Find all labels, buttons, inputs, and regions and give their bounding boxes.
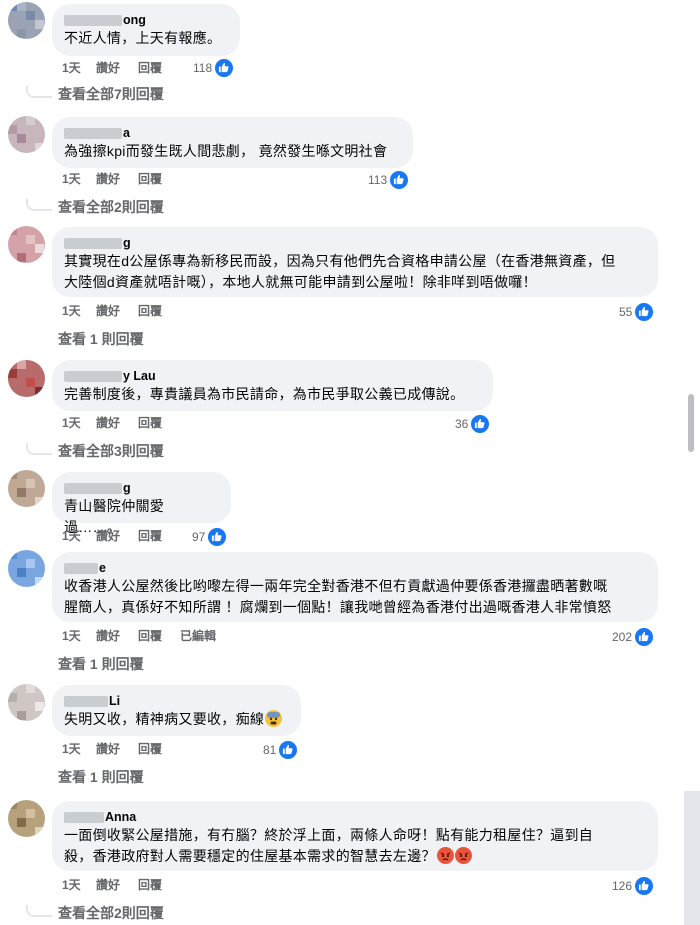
avatar[interactable]	[8, 2, 45, 39]
commenter-name[interactable]: e	[64, 560, 646, 576]
comment-bubble: ong 不近人情，上天有報應。	[52, 4, 240, 56]
comment-bubble: a 為強擦kpi而發生既人間悲劇， 竟然發生喺文明社會	[52, 117, 413, 168]
reply-button[interactable]: 回覆	[138, 627, 162, 645]
comment-bubble: Anna 一面倒收緊公屋措施，有冇腦？終於浮上面，兩條人命呀！點有能力租屋住？逼…	[52, 801, 658, 871]
view-replies-link[interactable]: 查看 1 則回覆	[58, 654, 144, 674]
reply-button[interactable]: 回覆	[138, 740, 162, 758]
reaction-count[interactable]: 81	[263, 739, 299, 760]
comment-text: 完善制度後，專貴議員為市民請命，為市民爭取公義已成傳說。	[64, 386, 465, 402]
avatar[interactable]	[8, 226, 45, 263]
reaction-count[interactable]: 126	[612, 875, 655, 896]
thumbs-up-icon	[207, 526, 228, 547]
reply-thread-line	[26, 199, 52, 211]
comment-text: 不近人情，上天有報應。	[64, 30, 222, 46]
comment-bubble: Li 失明又收，精神病又要收，痴線	[52, 685, 301, 736]
thumbs-up-icon	[634, 301, 655, 322]
thumbs-up-icon	[389, 169, 410, 190]
scrollbar-thumb[interactable]	[688, 394, 694, 452]
commenter-name[interactable]: Anna	[64, 809, 646, 825]
thumbs-up-icon	[278, 739, 299, 760]
timestamp[interactable]: 1天	[62, 302, 81, 320]
like-button[interactable]: 讚好	[96, 740, 120, 758]
reaction-count[interactable]: 97	[192, 526, 228, 547]
thumbs-up-icon	[634, 626, 655, 647]
reaction-count[interactable]: 113	[368, 169, 410, 190]
reply-button[interactable]: 回覆	[138, 302, 162, 320]
comment-text: 其實現在d公屋係專為新移民而設，因為只有他們先合資格申請公屋（在香港無資產，但 …	[64, 253, 616, 290]
comment-text: 一面倒收緊公屋措施，有冇腦？終於浮上面，兩條人命呀！點有能力租屋住？逼到自 殺，…	[64, 827, 594, 864]
like-button[interactable]: 讚好	[96, 527, 120, 545]
timestamp[interactable]: 1天	[62, 527, 81, 545]
thumbs-up-icon	[634, 875, 655, 896]
anxious-face-icon	[265, 710, 283, 727]
reaction-count[interactable]: 202	[612, 626, 655, 647]
reaction-count[interactable]: 118	[193, 57, 235, 78]
avatar[interactable]	[8, 684, 45, 721]
commenter-name[interactable]: y Lau	[64, 368, 481, 384]
timestamp[interactable]: 1天	[62, 59, 81, 77]
timestamp[interactable]: 1天	[62, 740, 81, 758]
reply-thread-line	[26, 86, 52, 98]
like-button[interactable]: 讚好	[96, 414, 120, 432]
like-button[interactable]: 讚好	[96, 59, 120, 77]
edited-label: 已編輯	[180, 629, 217, 643]
thumbs-up-icon	[470, 413, 491, 434]
reply-thread-line	[26, 443, 52, 455]
reaction-count[interactable]: 55	[619, 301, 655, 322]
comment-bubble: g 其實現在d公屋係專為新移民而設，因為只有他們先合資格申請公屋（在香港無資產，…	[52, 227, 658, 297]
commenter-name[interactable]: ong	[64, 12, 228, 28]
view-replies-link[interactable]: 查看 1 則回覆	[58, 767, 144, 787]
avatar[interactable]	[8, 800, 45, 837]
reply-button[interactable]: 回覆	[138, 59, 162, 77]
reply-button[interactable]: 回覆	[138, 414, 162, 432]
view-replies-link[interactable]: 查看 1 則回覆	[58, 329, 144, 349]
commenter-name[interactable]: g	[64, 480, 219, 496]
reply-button[interactable]: 回覆	[138, 876, 162, 894]
comment-text: 為強擦kpi而發生既人間悲劇， 竟然發生喺文明社會	[64, 143, 388, 159]
commenter-name[interactable]: a	[64, 125, 401, 141]
view-replies-link[interactable]: 查看全部3則回覆	[58, 441, 164, 461]
avatar[interactable]	[8, 116, 45, 153]
side-panel-edge	[684, 791, 700, 925]
like-button[interactable]: 讚好	[96, 170, 120, 188]
reply-button[interactable]: 回覆	[138, 527, 162, 545]
avatar[interactable]	[8, 470, 45, 507]
view-replies-link[interactable]: 查看全部2則回覆	[58, 197, 164, 217]
like-button[interactable]: 讚好	[96, 876, 120, 894]
view-replies-link[interactable]: 查看全部2則回覆	[58, 903, 164, 923]
timestamp[interactable]: 1天	[62, 876, 81, 894]
comment-text: 收香港人公屋然後比哟嚟左得一兩年完全對香港不但冇貢獻過仲要係香港攞盡晒著數嘅 腥…	[64, 578, 612, 615]
like-button[interactable]: 讚好	[96, 302, 120, 320]
thumbs-up-icon	[214, 57, 235, 78]
angry-face-icon	[454, 847, 472, 864]
avatar[interactable]	[8, 550, 45, 587]
comment-text: 失明又收，精神病又要收，痴線	[64, 709, 289, 730]
timestamp[interactable]: 1天	[62, 414, 81, 432]
timestamp[interactable]: 1天	[62, 170, 81, 188]
avatar[interactable]	[8, 360, 45, 397]
view-replies-link[interactable]: 查看全部7則回覆	[58, 84, 164, 104]
comment-bubble: g 青山醫院仲關愛過……。	[52, 472, 231, 535]
reaction-count[interactable]: 36	[455, 413, 491, 434]
reply-thread-line	[26, 905, 52, 917]
angry-face-icon	[436, 847, 454, 864]
reply-button[interactable]: 回覆	[138, 170, 162, 188]
like-button[interactable]: 讚好	[96, 627, 120, 645]
commenter-name[interactable]: g	[64, 235, 646, 251]
comment-bubble: e 收香港人公屋然後比哟嚟左得一兩年完全對香港不但冇貢獻過仲要係香港攞盡晒著數嘅…	[52, 552, 658, 622]
comment-bubble: y Lau 完善制度後，專貴議員為市民請命，為市民爭取公義已成傳說。	[52, 360, 493, 411]
timestamp[interactable]: 1天	[62, 627, 81, 645]
commenter-name[interactable]: Li	[64, 693, 289, 709]
